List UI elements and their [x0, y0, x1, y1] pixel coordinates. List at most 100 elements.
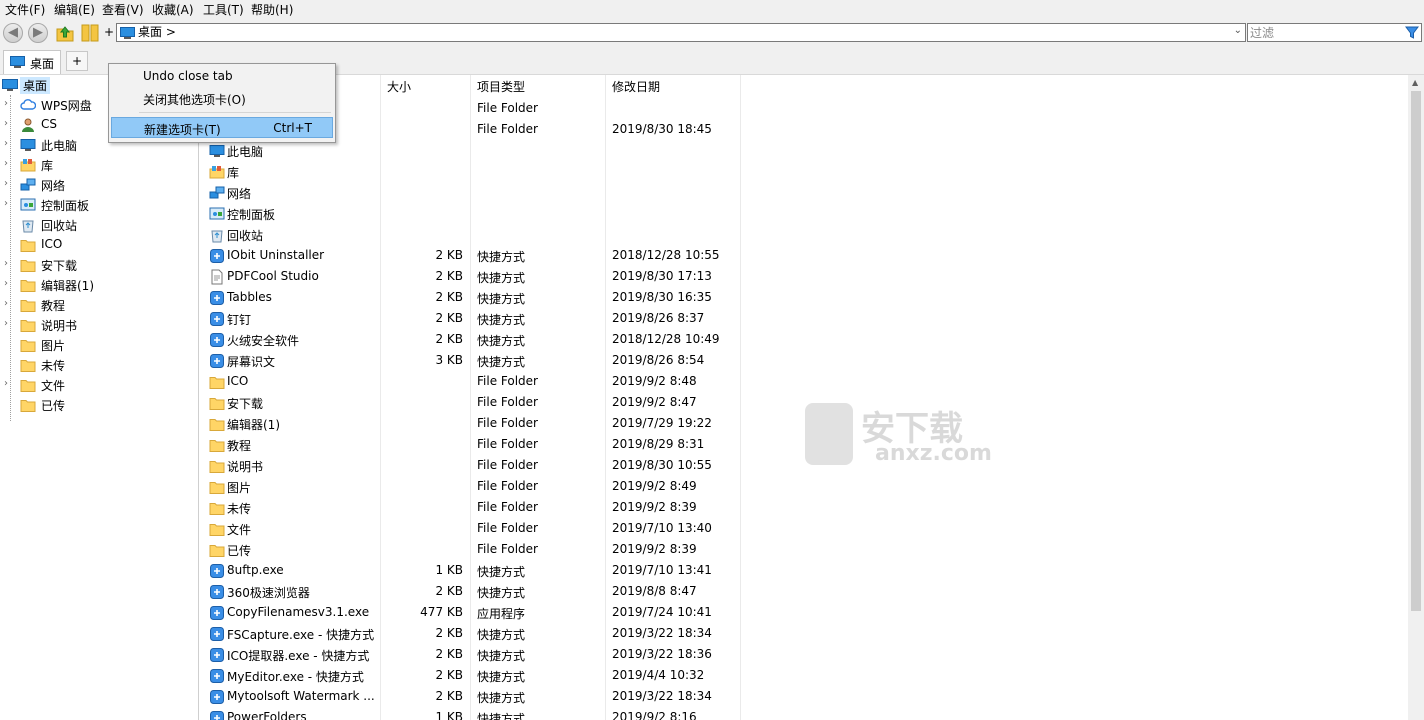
tree-item[interactable]: › 安下载: [0, 255, 198, 275]
tree-item[interactable]: › 库: [0, 155, 198, 175]
file-row[interactable]: 回收站: [201, 224, 741, 245]
expand-arrow-icon[interactable]: ›: [4, 198, 8, 209]
expand-arrow-icon[interactable]: ›: [4, 98, 8, 109]
menu-view[interactable]: 查看(V): [102, 2, 144, 18]
menu-item-new-tab[interactable]: 新建选项卡(T) Ctrl+T: [111, 117, 333, 138]
file-row[interactable]: 说明书 File Folder 2019/8/30 10:55: [201, 455, 741, 476]
tab-label: 桌面: [30, 57, 55, 71]
file-row[interactable]: ICO提取器.exe - 快捷方式 2 KB 快捷方式 2019/3/22 18:36: [201, 644, 741, 665]
menu-favorites[interactable]: 收藏(A): [152, 2, 194, 18]
tree-item[interactable]: 已传: [0, 395, 198, 415]
file-row[interactable]: 8uftp.exe 1 KB 快捷方式 2019/7/10 13:41: [201, 560, 741, 581]
folder-tree[interactable]: 桌面 › WPS网盘 › CS › 此电脑 › 库 › 网络 › 控制面板 回收站 ICO › 安下载 › 编辑器…: [0, 75, 199, 720]
file-row[interactable]: MyEditor.exe - 快捷方式 2 KB 快捷方式 2019/4/4 10:3…: [201, 665, 741, 686]
tree-item[interactable]: ICO: [0, 235, 198, 255]
expand-arrow-icon[interactable]: ›: [4, 298, 8, 309]
expand-arrow-icon[interactable]: ›: [4, 318, 8, 329]
user-icon: [20, 117, 36, 133]
vertical-scrollbar[interactable]: ▲: [1408, 75, 1424, 720]
file-size: 2 KB: [435, 269, 463, 283]
tree-item[interactable]: 回收站: [0, 215, 198, 235]
file-row[interactable]: Tabbles 2 KB 快捷方式 2019/8/30 16:35: [201, 287, 741, 308]
menu-file[interactable]: 文件(F): [5, 2, 45, 18]
file-row[interactable]: 网络: [201, 182, 741, 203]
address-bar[interactable]: 桌面 > ⌄: [116, 23, 1246, 42]
tab-desktop[interactable]: 桌面: [3, 50, 61, 74]
column-header-type[interactable]: 项目类型: [477, 78, 525, 96]
app-icon: [209, 647, 225, 663]
address-separator[interactable]: >: [166, 25, 176, 39]
expand-arrow-icon[interactable]: ›: [4, 278, 8, 289]
tree-item-label: 库: [41, 159, 54, 173]
file-list[interactable]: 大小 项目类型 修改日期 安下载 anxz.com File Folder Fil…: [201, 75, 1408, 720]
file-row[interactable]: 编辑器(1) File Folder 2019/7/29 19:22: [201, 413, 741, 434]
expand-arrow-icon[interactable]: ›: [4, 378, 8, 389]
file-row[interactable]: 图片 File Folder 2019/9/2 8:49: [201, 476, 741, 497]
expand-arrow-icon[interactable]: ›: [4, 138, 8, 149]
chevron-down-icon[interactable]: ⌄: [1234, 25, 1242, 36]
address-location[interactable]: 桌面: [138, 25, 162, 39]
tree-item[interactable]: › 文件: [0, 375, 198, 395]
tree-item[interactable]: › 编辑器(1): [0, 275, 198, 295]
column-header-size[interactable]: 大小: [387, 78, 411, 96]
add-tab-button[interactable]: +: [66, 51, 88, 71]
file-row[interactable]: 此电脑: [201, 140, 741, 161]
tree-item[interactable]: › 网络: [0, 175, 198, 195]
tree-item[interactable]: › 控制面板: [0, 195, 198, 215]
expand-arrow-icon[interactable]: ›: [4, 118, 8, 129]
file-row[interactable]: 文件 File Folder 2019/7/10 13:40: [201, 518, 741, 539]
file-row[interactable]: 控制面板: [201, 203, 741, 224]
tree-item-label: 控制面板: [41, 199, 90, 213]
folder-icon: [20, 357, 36, 373]
filter-box[interactable]: [1247, 23, 1422, 42]
file-row[interactable]: FSCapture.exe - 快捷方式 2 KB 快捷方式 2019/3/22 18…: [201, 623, 741, 644]
file-row[interactable]: 安下载 File Folder 2019/9/2 8:47: [201, 392, 741, 413]
file-type: 快捷方式: [477, 628, 526, 642]
file-row[interactable]: IObit Uninstaller 2 KB 快捷方式 2018/12/28 10:5…: [201, 245, 741, 266]
menu-item-shortcut: Ctrl+T: [273, 121, 312, 135]
file-type: 快捷方式: [477, 670, 526, 684]
file-row[interactable]: ICO File Folder 2019/9/2 8:48: [201, 371, 741, 392]
expand-arrow-icon[interactable]: ›: [4, 178, 8, 189]
scroll-up-icon[interactable]: ▲: [1412, 78, 1418, 87]
back-button[interactable]: ◀: [3, 23, 23, 43]
menu-help[interactable]: 帮助(H): [251, 2, 293, 18]
tree-item-label: WPS网盘: [41, 99, 92, 113]
new-tab-plus[interactable]: +: [104, 25, 114, 39]
menu-edit[interactable]: 编辑(E): [54, 2, 95, 18]
file-size: 1 KB: [435, 563, 463, 577]
expand-arrow-icon[interactable]: ›: [4, 258, 8, 269]
tree-item[interactable]: › 说明书: [0, 315, 198, 335]
file-row[interactable]: 已传 File Folder 2019/9/2 8:39: [201, 539, 741, 560]
file-name: 教程: [227, 439, 252, 453]
file-row[interactable]: PDFCool Studio 2 KB 快捷方式 2019/8/30 17:13: [201, 266, 741, 287]
file-row[interactable]: 教程 File Folder 2019/8/29 8:31: [201, 434, 741, 455]
menu-item-undo-close-tab[interactable]: Undo close tab: [111, 66, 333, 87]
column-header-date[interactable]: 修改日期: [612, 78, 660, 96]
file-row[interactable]: PowerFolders 1 KB 快捷方式 2019/9/2 8:16: [201, 707, 741, 720]
file-row[interactable]: 360极速浏览器 2 KB 快捷方式 2019/8/8 8:47: [201, 581, 741, 602]
folder-icon: [20, 397, 36, 413]
up-folder-button[interactable]: [55, 23, 75, 43]
file-name: CopyFilenamesv3.1.exe: [227, 605, 370, 619]
tree-item[interactable]: › 教程: [0, 295, 198, 315]
menu-item-close-other-tabs[interactable]: 关闭其他选项卡(O): [111, 88, 333, 109]
menu-tools[interactable]: 工具(T): [203, 2, 244, 18]
file-row[interactable]: 火绒安全软件 2 KB 快捷方式 2018/12/28 10:49: [201, 329, 741, 350]
forward-button[interactable]: ▶: [28, 23, 48, 43]
file-row[interactable]: 屏幕识文 3 KB 快捷方式 2019/8/26 8:54: [201, 350, 741, 371]
scrollbar-thumb[interactable]: [1411, 91, 1421, 611]
tree-item-label: 文件: [41, 379, 66, 393]
file-row[interactable]: Mytoolsoft Watermark ... 2 KB 快捷方式 2019/3/2…: [201, 686, 741, 707]
funnel-icon[interactable]: [1405, 26, 1419, 40]
expand-arrow-icon[interactable]: ›: [4, 158, 8, 169]
file-row[interactable]: 钉钉 2 KB 快捷方式 2019/8/26 8:37: [201, 308, 741, 329]
folders-button[interactable]: [79, 23, 99, 43]
file-row[interactable]: 库: [201, 161, 741, 182]
tree-item[interactable]: 未传: [0, 355, 198, 375]
file-row[interactable]: CopyFilenamesv3.1.exe 477 KB 应用程序 2019/7/24…: [201, 602, 741, 623]
file-row[interactable]: 未传 File Folder 2019/9/2 8:39: [201, 497, 741, 518]
tree-item[interactable]: 图片: [0, 335, 198, 355]
filter-input[interactable]: [1250, 25, 1400, 40]
file-type: 快捷方式: [477, 649, 526, 663]
